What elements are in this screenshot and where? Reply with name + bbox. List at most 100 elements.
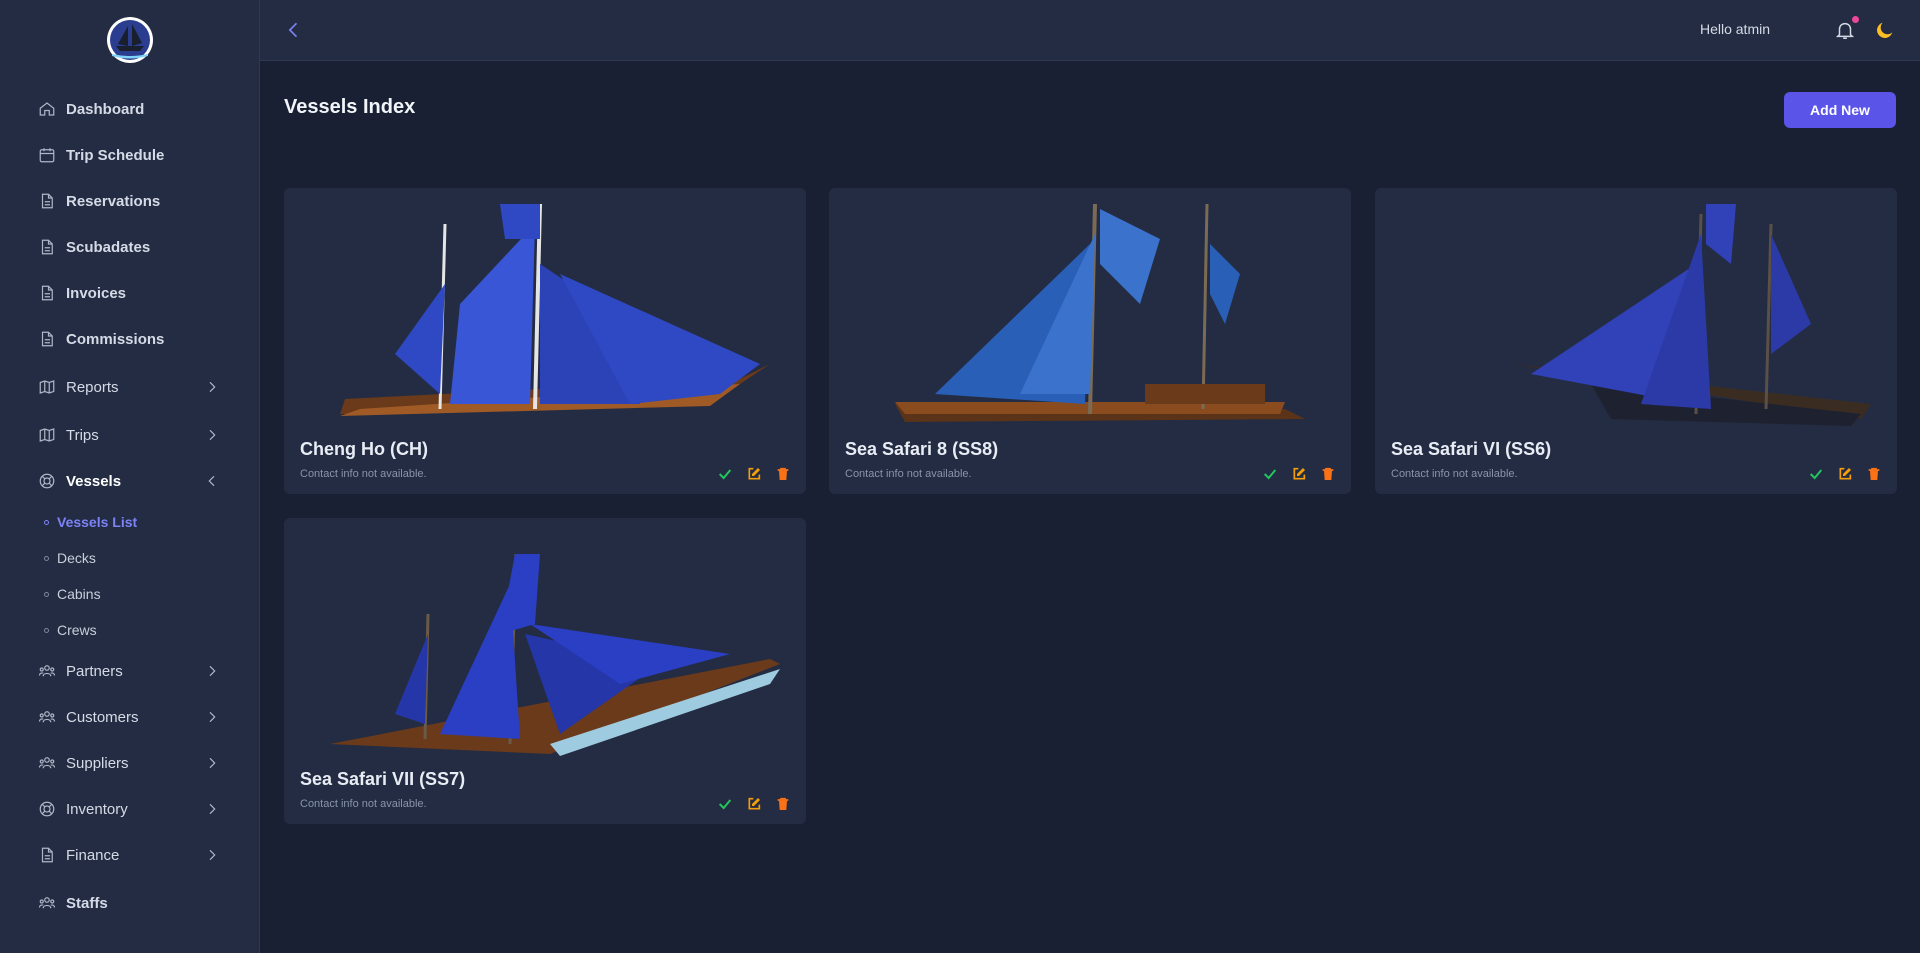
vessel-contact: Contact info not available. [845,468,972,480]
sidebar-item-trips[interactable]: Trips [0,412,260,458]
page-title: Vessels Index [284,96,416,118]
chevron-right-icon [204,663,220,679]
user-greeting[interactable]: Hello atmin [1700,21,1770,37]
submenu-item-label: Crews [57,622,97,638]
sidebar-item-label: Trip Schedule [66,146,165,164]
sidebar-item-commissions[interactable]: Commissions [0,316,260,362]
vessel-name: Sea Safari VI (SS6) [1391,439,1552,459]
check-icon[interactable] [715,464,734,483]
dark-mode-moon-icon[interactable] [1874,19,1896,41]
collapse-sidebar-icon[interactable] [284,20,304,40]
document-icon [38,330,56,348]
bullet-icon [44,555,49,561]
sidebar-item-staffs[interactable]: Staffs [0,878,260,928]
sidebar-item-finance[interactable]: Finance [0,832,260,878]
chevron-right-icon [204,847,220,863]
sidebar-item-scubadates[interactable]: Scubadates [0,224,260,270]
notification-dot [1852,16,1859,23]
vessel-card[interactable]: Sea Safari 8 (SS8) Contact info not avai… [829,188,1351,494]
vessel-name: Cheng Ho (CH) [300,439,428,459]
map-icon [38,378,56,396]
sidebar-item-dashboard[interactable]: Dashboard [0,86,260,132]
company-logo[interactable] [106,16,154,64]
bullet-icon [44,627,49,633]
submenu-item-cabins[interactable]: Cabins [44,576,260,612]
delete-icon[interactable] [773,794,792,813]
sidebar-item-suppliers[interactable]: Suppliers [0,740,260,786]
sidebar-item-reservations[interactable]: Reservations [0,178,260,224]
calendar-icon [38,146,56,164]
sidebar-item-reports[interactable]: Reports [0,362,260,412]
edit-icon[interactable] [1289,464,1308,483]
sidebar-item-label: Scubadates [66,238,151,256]
sidebar-item-inventory[interactable]: Inventory [0,786,260,832]
vessel-contact: Contact info not available. [300,468,427,480]
users-icon [38,754,56,772]
vessel-card[interactable]: Sea Safari VII (SS7) Contact info not av… [284,518,806,824]
chevron-left-icon [204,473,220,489]
sidebar-item-label: Reservations [66,192,161,210]
vessel-contact: Contact info not available. [300,798,427,810]
sidebar-item-label: Trips [66,426,99,444]
delete-icon[interactable] [1864,464,1883,483]
sidebar-item-customers[interactable]: Customers [0,694,260,740]
vessel-actions [715,794,792,813]
check-icon[interactable] [715,794,734,813]
check-icon[interactable] [1806,464,1825,483]
sidebar-item-label: Finance [66,846,120,864]
vessel-card[interactable]: Cheng Ho (CH) Contact info not available… [284,188,806,494]
vessel-image [300,534,790,758]
document-icon [38,284,56,302]
topbar: Hello atmin [260,0,1920,61]
bullet-icon [44,591,49,597]
vessel-card[interactable]: Sea Safari VI (SS6) Contact info not ava… [1375,188,1897,494]
delete-icon[interactable] [773,464,792,483]
sidebar-item-label: Vessels [66,472,122,490]
submenu-item-decks[interactable]: Decks [44,540,260,576]
document-icon [38,238,56,256]
submenu-item-label: Vessels List [57,514,138,530]
vessel-actions [1806,464,1883,483]
users-icon [38,894,56,912]
submenu-item-label: Cabins [57,586,101,602]
edit-icon[interactable] [744,794,763,813]
sidebar-item-label: Reports [66,378,119,396]
edit-icon[interactable] [744,464,763,483]
users-icon [38,708,56,726]
sidebar-item-label: Suppliers [66,754,129,772]
vessel-contact: Contact info not available. [1391,468,1518,480]
home-icon [38,100,56,118]
bullet-icon [44,519,49,525]
sidebar-item-invoices[interactable]: Invoices [0,270,260,316]
vessel-image [845,204,1335,428]
vessel-actions [1260,464,1337,483]
document-icon [38,846,56,864]
users-icon [38,662,56,680]
vessel-image [300,204,790,428]
add-new-button[interactable]: Add New [1784,92,1896,128]
chevron-right-icon [204,379,220,395]
lifebuoy-icon [38,472,56,490]
sidebar-item-trip-schedule[interactable]: Trip Schedule [0,132,260,178]
chevron-right-icon [204,801,220,817]
document-icon [38,192,56,210]
edit-icon[interactable] [1835,464,1854,483]
sidebar-nav: Dashboard Trip Schedule Reservations Scu… [0,86,260,928]
sidebar-item-label: Partners [66,662,123,680]
sidebar-item-partners[interactable]: Partners [0,648,260,694]
submenu-item-vessels-list[interactable]: Vessels List [44,504,260,540]
notification-bell-icon[interactable] [1834,16,1859,41]
delete-icon[interactable] [1318,464,1337,483]
sidebar-item-label: Customers [66,708,139,726]
sidebar: Dashboard Trip Schedule Reservations Scu… [0,0,260,953]
check-icon[interactable] [1260,464,1279,483]
submenu-item-label: Decks [57,550,96,566]
submenu-item-crews[interactable]: Crews [44,612,260,648]
lifebuoy-icon [38,800,56,818]
chevron-right-icon [204,755,220,771]
vessel-image [1391,204,1881,428]
sidebar-item-label: Staffs [66,894,108,912]
vessel-name: Sea Safari VII (SS7) [300,769,466,789]
sidebar-item-vessels[interactable]: Vessels [0,458,260,504]
chevron-right-icon [204,427,220,443]
